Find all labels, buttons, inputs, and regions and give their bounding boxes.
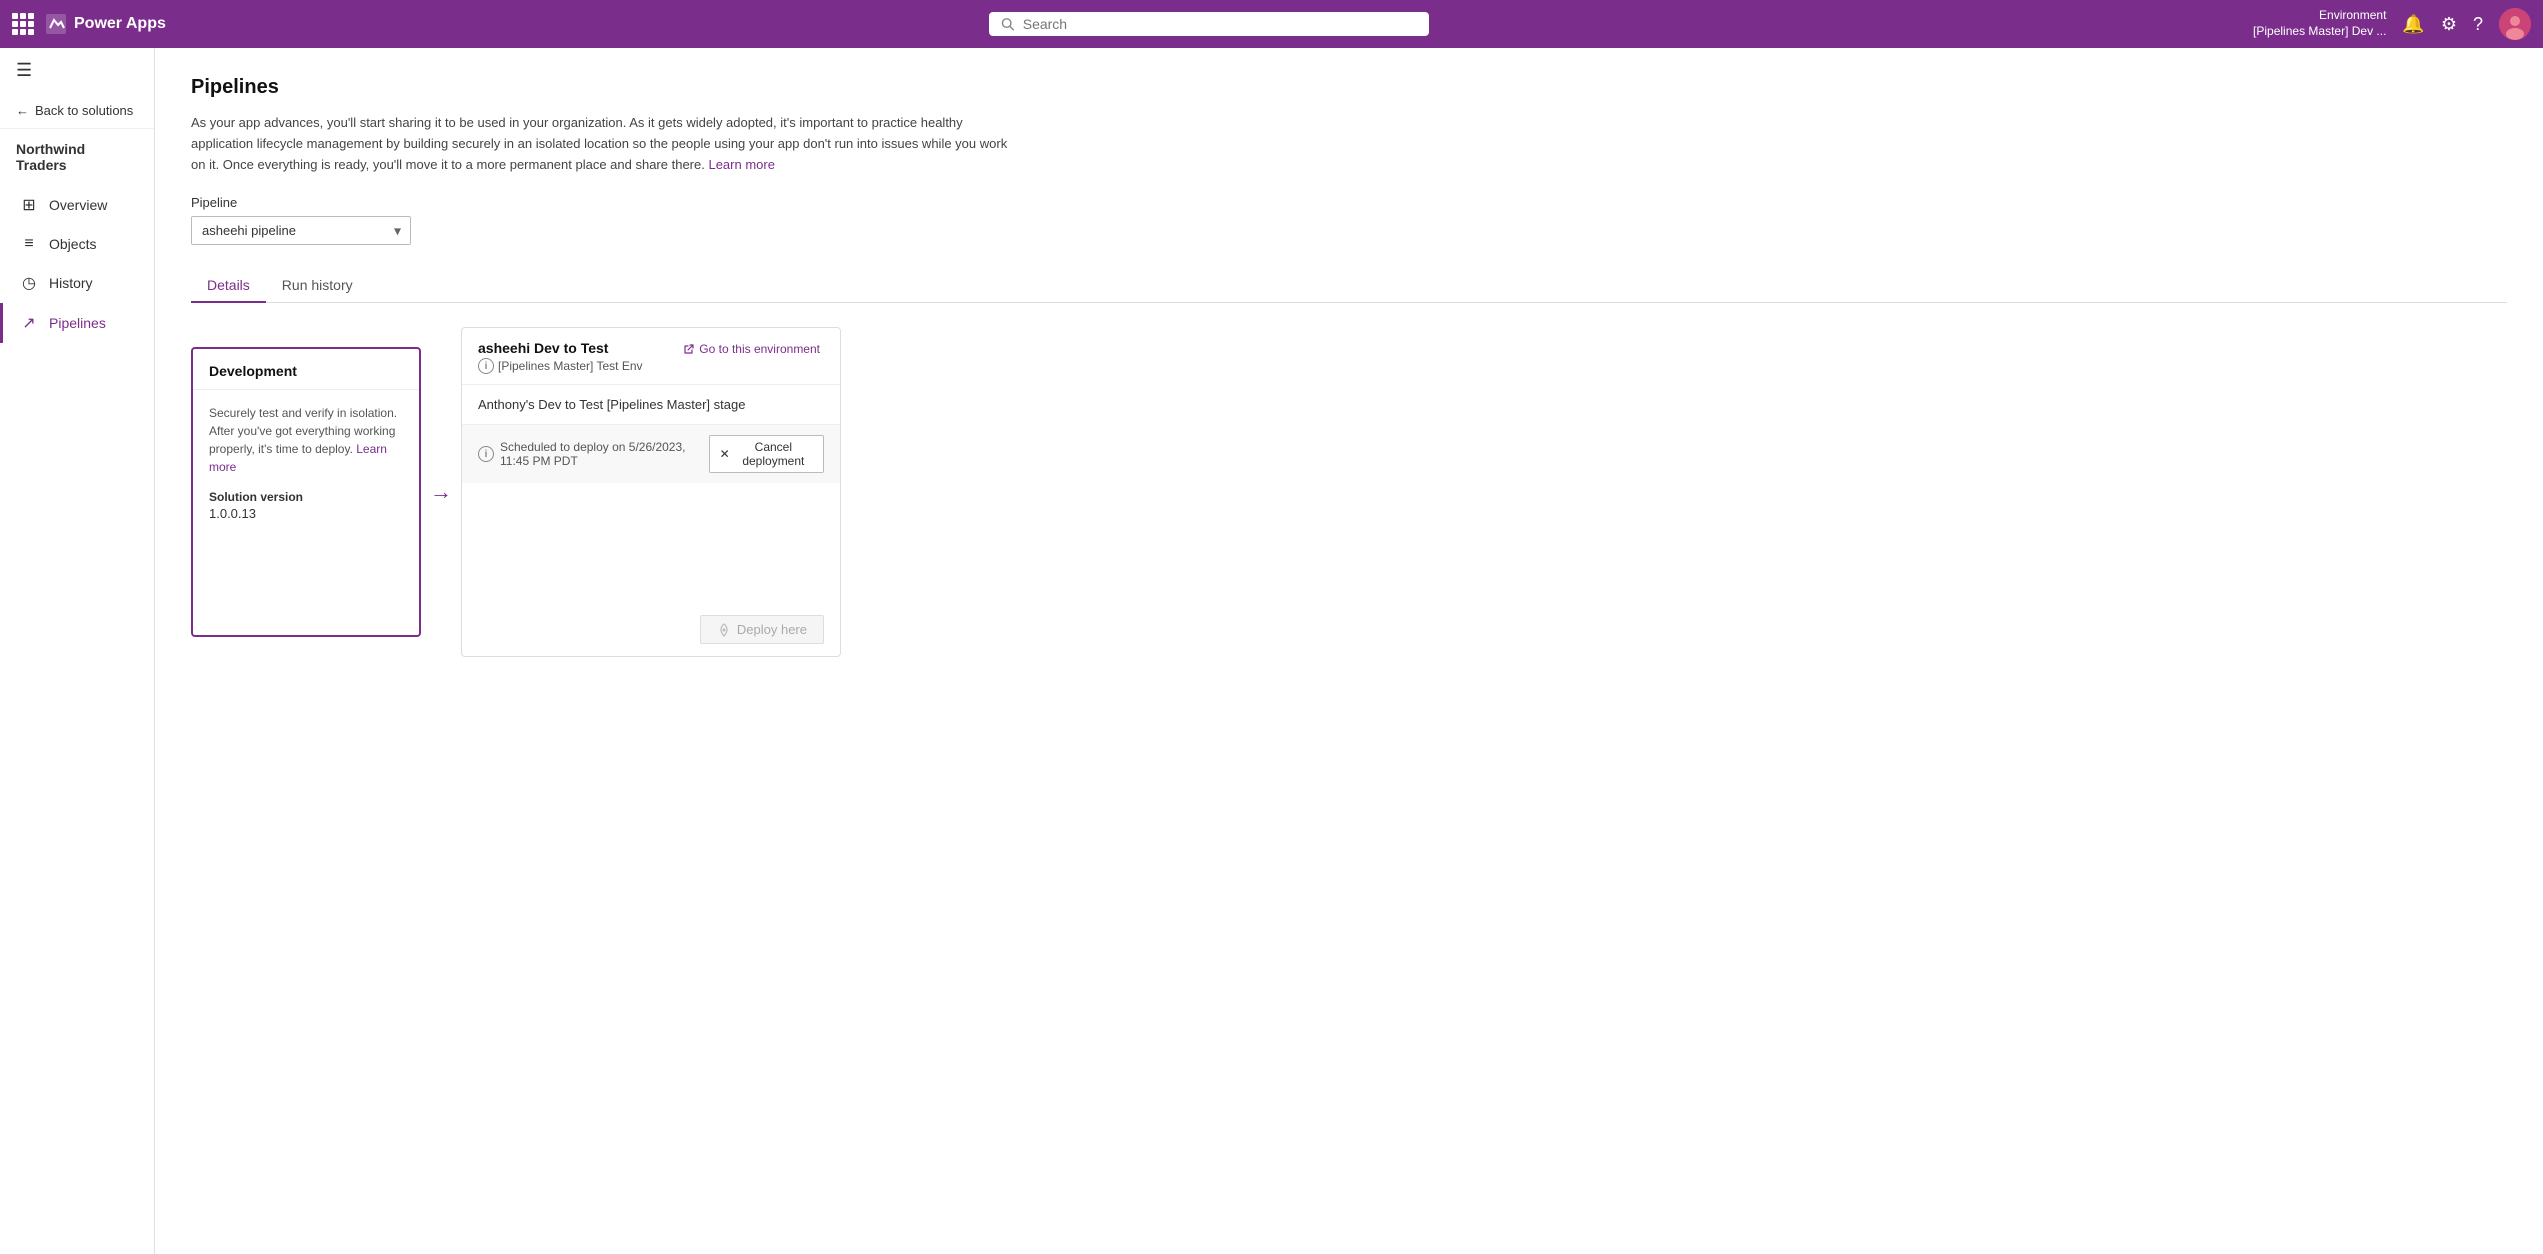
- sidebar-item-pipelines[interactable]: ↗ Pipelines: [0, 303, 154, 343]
- overview-label: Overview: [49, 197, 107, 213]
- pipeline-select-wrapper: asheehi pipeline ▾: [191, 216, 411, 245]
- back-to-solutions[interactable]: ← Back to solutions: [0, 93, 154, 129]
- stage-name: Development: [209, 363, 403, 379]
- back-label: Back to solutions: [35, 103, 133, 118]
- sidebar-item-overview[interactable]: ⊞ Overview: [0, 185, 154, 225]
- scheduled-row: i Scheduled to deploy on 5/26/2023, 11:4…: [462, 425, 840, 483]
- scheduled-info: i Scheduled to deploy on 5/26/2023, 11:4…: [478, 440, 709, 468]
- stage-header: Development: [193, 349, 419, 390]
- pipeline-select[interactable]: asheehi pipeline: [191, 216, 411, 245]
- sidebar-item-objects[interactable]: ≡ Objects: [0, 225, 154, 263]
- overview-icon: ⊞: [19, 195, 39, 215]
- environment-label: Environment: [2253, 8, 2386, 24]
- page-title: Pipelines: [191, 76, 2507, 99]
- pipeline-label: Pipeline: [191, 195, 2507, 210]
- deploy-footer: Deploy here: [462, 603, 840, 656]
- topbar-right: Environment [Pipelines Master] Dev ... 🔔…: [2253, 8, 2531, 40]
- cancel-deployment-button[interactable]: ✕ Cancel deployment: [709, 435, 824, 473]
- back-arrow-icon: ←: [16, 103, 29, 118]
- help-icon[interactable]: ?: [2473, 14, 2483, 35]
- tabs: Details Run history: [191, 269, 2507, 303]
- avatar[interactable]: [2499, 8, 2531, 40]
- stage-body: Securely test and verify in isolation. A…: [193, 390, 419, 535]
- stage-name-row: Anthony's Dev to Test [Pipelines Master]…: [462, 385, 840, 425]
- search-area: [166, 12, 2253, 36]
- search-icon: [1001, 17, 1014, 31]
- stage-arrow: →: [421, 479, 461, 505]
- search-input[interactable]: [1023, 16, 1418, 32]
- pipeline-stages: Development Securely test and verify in …: [191, 327, 2507, 657]
- history-label: History: [49, 275, 93, 291]
- rocket-icon: [717, 623, 731, 637]
- pipelines-label: Pipelines: [49, 315, 106, 331]
- app-logo: Power Apps: [46, 14, 166, 34]
- notification-icon[interactable]: 🔔: [2402, 14, 2424, 35]
- description-text: As your app advances, you'll start shari…: [191, 113, 1011, 175]
- history-icon: ◷: [19, 273, 39, 293]
- deploy-title: asheehi Dev to Test: [478, 340, 643, 356]
- cancel-label: Cancel deployment: [734, 440, 813, 468]
- tab-details[interactable]: Details: [191, 269, 266, 303]
- scheduled-text: Scheduled to deploy on 5/26/2023, 11:45 …: [500, 440, 709, 468]
- scheduled-info-icon: i: [478, 446, 494, 462]
- learn-more-link[interactable]: Learn more: [708, 157, 774, 172]
- deployment-stage-card: asheehi Dev to Test i [Pipelines Master]…: [461, 327, 841, 657]
- deploy-here-label: Deploy here: [737, 622, 807, 637]
- solution-version: 1.0.0.13: [209, 506, 403, 521]
- objects-label: Objects: [49, 236, 96, 252]
- development-stage-card: Development Securely test and verify in …: [191, 347, 421, 637]
- main-layout: ☰ ← Back to solutions Northwind Traders …: [0, 48, 2543, 1254]
- content-area: Pipelines As your app advances, you'll s…: [155, 48, 2543, 1254]
- sidebar: ☰ ← Back to solutions Northwind Traders …: [0, 48, 155, 1254]
- go-to-environment-button[interactable]: Go to this environment: [679, 340, 824, 358]
- pipelines-icon: ↗: [19, 313, 39, 333]
- sidebar-item-history[interactable]: ◷ History: [0, 263, 154, 303]
- stage-name-value: Anthony's Dev to Test [Pipelines Master]…: [478, 397, 745, 412]
- hamburger-icon[interactable]: ☰: [0, 48, 154, 93]
- cancel-x-icon: ✕: [720, 447, 730, 461]
- environment-info: Environment [Pipelines Master] Dev ...: [2253, 8, 2386, 39]
- waffle-icon[interactable]: [12, 13, 34, 35]
- env-name: [Pipelines Master] Test Env: [498, 359, 643, 373]
- deploy-here-button[interactable]: Deploy here: [700, 615, 824, 644]
- deploy-header: asheehi Dev to Test i [Pipelines Master]…: [462, 328, 840, 385]
- solution-version-label: Solution version: [209, 490, 403, 504]
- go-to-env-label: Go to this environment: [699, 342, 820, 356]
- search-box[interactable]: [989, 12, 1429, 36]
- sidebar-app-name: Northwind Traders: [0, 129, 154, 185]
- external-link-icon: [683, 343, 695, 355]
- app-name: Power Apps: [74, 15, 166, 33]
- objects-icon: ≡: [19, 235, 39, 253]
- deploy-env: i [Pipelines Master] Test Env: [478, 358, 643, 374]
- env-info-icon: i: [478, 358, 494, 374]
- stage-description: Securely test and verify in isolation. A…: [209, 404, 403, 476]
- sidebar-nav: ⊞ Overview ≡ Objects ◷ History ↗ Pipelin…: [0, 185, 154, 343]
- topbar: Power Apps Environment [Pipelines Master…: [0, 0, 2543, 48]
- settings-icon[interactable]: ⚙: [2441, 14, 2457, 35]
- deploy-title-area: asheehi Dev to Test i [Pipelines Master]…: [478, 340, 643, 374]
- tab-run-history[interactable]: Run history: [266, 269, 369, 303]
- environment-name: [Pipelines Master] Dev ...: [2253, 24, 2386, 40]
